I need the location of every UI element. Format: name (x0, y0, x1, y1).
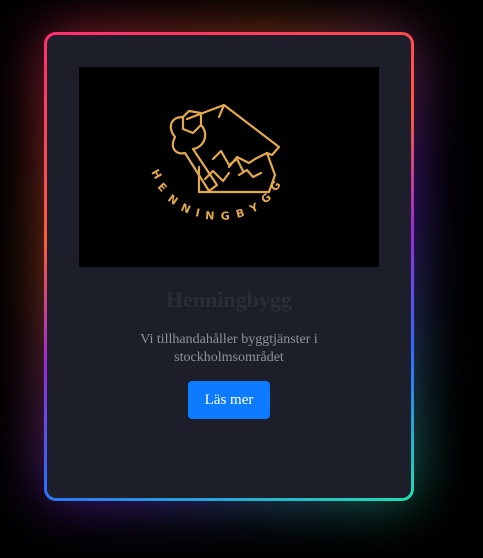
card-description: Vi tillhandahåller byggtjänster i stockh… (140, 332, 318, 365)
svg-text:G: G (220, 209, 230, 223)
svg-text:E: E (155, 180, 170, 194)
wrench-house-logo-icon: H E N N I N G B Y G G (148, 103, 284, 223)
svg-text:N: N (165, 192, 180, 208)
card-title: Henningbygg (166, 287, 292, 312)
svg-text:H: H (148, 167, 164, 181)
card: H E N N I N G B Y G G Henningbygg Vi til (47, 35, 411, 498)
read-more-button[interactable]: Läs mer (188, 381, 270, 419)
svg-text:B: B (235, 206, 246, 221)
card-gradient-border: H E N N I N G B Y G G Henningbygg Vi til (44, 32, 414, 501)
svg-text:Y: Y (247, 200, 262, 216)
svg-text:I: I (194, 206, 201, 220)
svg-text:N: N (205, 209, 215, 223)
svg-text:N: N (179, 201, 193, 217)
logo-image: H E N N I N G B Y G G (79, 67, 379, 267)
page-background: H E N N I N G B Y G G Henningbygg Vi til (0, 0, 483, 558)
